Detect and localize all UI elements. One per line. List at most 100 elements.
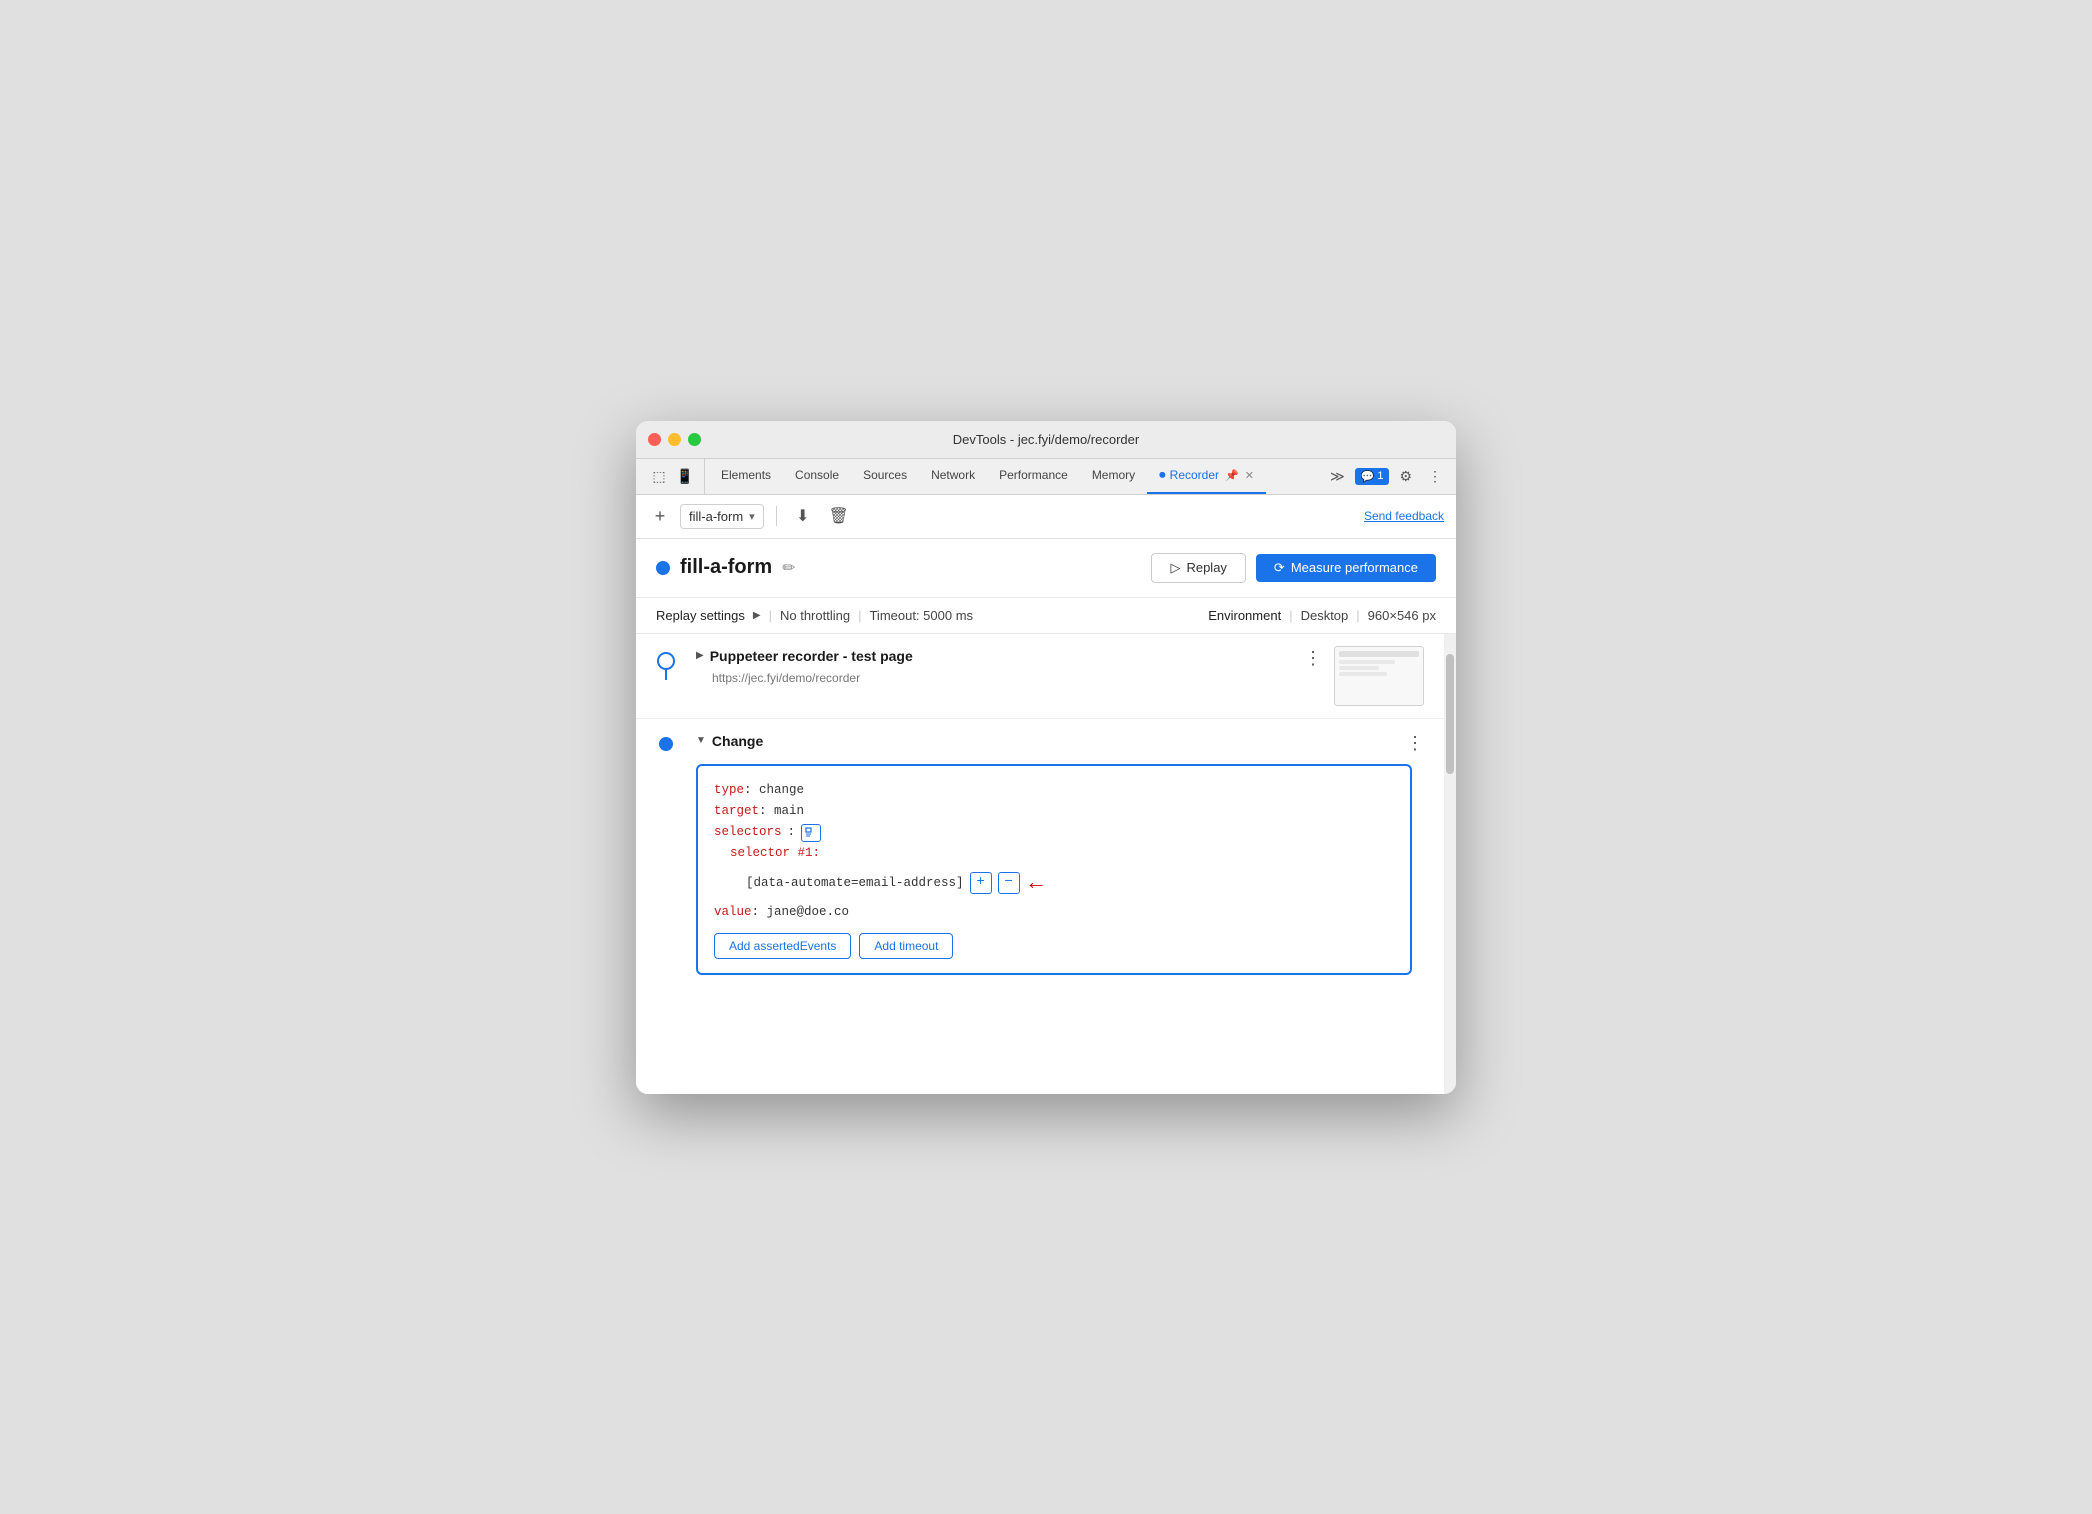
recording-name-title: fill-a-form (680, 556, 772, 579)
recording-header: fill-a-form ✏ ▷ Replay ⟳ Measure perform… (636, 539, 1456, 598)
steps-content: ▶ Puppeteer recorder - test page ⋮ https… (636, 634, 1444, 1094)
recording-selector[interactable]: fill-a-form ▾ (680, 504, 764, 529)
main-content: fill-a-form ✏ ▷ Replay ⟳ Measure perform… (636, 539, 1456, 1094)
step2-body: ▼ Change ⋮ type: change target: main (696, 719, 1444, 1008)
kebab-menu-icon[interactable]: ⋮ (1422, 468, 1448, 485)
dt-icons: ⬚ 📱 (640, 459, 705, 494)
replay-settings-left: Replay settings ▶ | No throttling | Time… (656, 608, 973, 623)
steps-scroll-area: ▶ Puppeteer recorder - test page ⋮ https… (636, 634, 1456, 1094)
environment-label: Environment (1208, 608, 1281, 623)
replay-button[interactable]: ▷ Replay (1151, 553, 1245, 583)
step2-title: Change (712, 733, 763, 749)
recording-title: fill-a-form ✏ (656, 556, 796, 579)
add-timeout-button[interactable]: Add timeout (859, 933, 953, 959)
minimize-button[interactable] (668, 433, 681, 446)
replay-settings-bar: Replay settings ▶ | No throttling | Time… (636, 598, 1456, 634)
recording-actions: ▷ Replay ⟳ Measure performance (1151, 553, 1436, 583)
no-throttling-label: No throttling (780, 608, 850, 623)
traffic-lights (648, 433, 701, 446)
code-target-line: target: main (714, 801, 1394, 822)
step1-circle (657, 652, 675, 670)
inspect-icon[interactable]: ⬚ (648, 465, 670, 487)
step1-more-icon[interactable]: ⋮ (1292, 648, 1334, 669)
tab-network[interactable]: Network (919, 459, 987, 494)
remove-selector-button[interactable]: − (998, 872, 1020, 894)
code-type-line: type: change (714, 780, 1394, 801)
close-button[interactable] (648, 433, 661, 446)
code-selector-num-line: selector #1: (714, 843, 1394, 864)
code-value-line: value: jane@doe.co (714, 902, 1394, 923)
measure-performance-button[interactable]: ⟳ Measure performance (1256, 554, 1436, 582)
tab-console[interactable]: Console (783, 459, 851, 494)
selector-value-text: [data-automate=email-address] (746, 873, 964, 894)
device-icon[interactable]: 📱 (674, 465, 696, 487)
add-recording-button[interactable]: + (648, 504, 672, 528)
recording-name: fill-a-form (689, 509, 743, 524)
toolbar: + fill-a-form ▾ ⬇ 🗑 Send feedback (636, 495, 1456, 539)
scrollbar[interactable] (1444, 634, 1456, 1094)
step1-url: https://jec.fyi/demo/recorder (696, 671, 1334, 685)
step1-expand-icon[interactable]: ▶ (696, 650, 704, 661)
step2-collapse-icon[interactable]: ▼ (696, 735, 706, 746)
delete-button[interactable]: 🗑 (825, 502, 853, 530)
recorder-pin-icon: 📌 (1225, 469, 1239, 482)
code-selector-value-row: [data-automate=email-address] + − ← (714, 865, 1394, 902)
tab-elements[interactable]: Elements (709, 459, 783, 494)
code-actions: Add assertedEvents Add timeout (714, 933, 1394, 959)
step2-header: ▼ Change (696, 733, 763, 749)
red-arrow-indicator: ← (1030, 865, 1043, 902)
separator: | (769, 608, 772, 623)
maximize-button[interactable] (688, 433, 701, 446)
separator4: | (1356, 608, 1359, 623)
add-asserted-events-button[interactable]: Add assertedEvents (714, 933, 851, 959)
more-tabs-icon[interactable]: ≫ (1324, 468, 1351, 485)
step-row-1: ▶ Puppeteer recorder - test page ⋮ https… (636, 634, 1444, 719)
scroll-thumb[interactable] (1446, 654, 1454, 774)
viewport-label: 960×546 px (1368, 608, 1436, 623)
measure-icon: ⟳ (1274, 560, 1285, 576)
step1-line (665, 670, 667, 680)
devtools-window: DevTools - jec.fyi/demo/recorder ⬚ 📱 Ele… (636, 421, 1456, 1094)
dropdown-icon: ▾ (749, 510, 755, 523)
send-feedback-link[interactable]: Send feedback (1364, 509, 1444, 523)
toolbar-separator (776, 506, 777, 526)
step2-more-icon[interactable]: ⋮ (1402, 733, 1428, 754)
separator2: | (858, 608, 861, 623)
desktop-label: Desktop (1301, 608, 1349, 623)
chat-icon: 💬 (1361, 470, 1375, 483)
download-icon: ⬇ (796, 506, 809, 526)
selector-type-icon[interactable] (801, 824, 821, 842)
step1-thumbnail (1334, 634, 1444, 718)
replay-settings-expand-icon[interactable]: ▶ (753, 610, 761, 621)
tab-memory[interactable]: Memory (1080, 459, 1147, 494)
window-title: DevTools - jec.fyi/demo/recorder (953, 432, 1139, 447)
tab-close-recorder[interactable]: ✕ (1245, 469, 1254, 482)
titlebar: DevTools - jec.fyi/demo/recorder (636, 421, 1456, 459)
step2-circle (659, 737, 673, 751)
timeout-label: Timeout: 5000 ms (869, 608, 973, 623)
separator3: | (1289, 608, 1292, 623)
step2-code-block: type: change target: main selectors: (696, 764, 1412, 976)
tab-performance[interactable]: Performance (987, 459, 1080, 494)
download-button[interactable]: ⬇ (789, 502, 817, 530)
step1-header: ▶ Puppeteer recorder - test page (696, 648, 913, 664)
delete-icon: 🗑 (829, 506, 849, 526)
replay-settings-right: Environment | Desktop | 960×546 px (1208, 608, 1436, 623)
replay-play-icon: ▷ (1170, 560, 1180, 576)
tab-sources[interactable]: Sources (851, 459, 919, 494)
settings-icon[interactable]: ⚙ (1393, 468, 1418, 485)
step1-title: Puppeteer recorder - test page (710, 648, 913, 664)
dt-right-area: ≫ 💬 1 ⚙ ⋮ (1324, 459, 1452, 494)
step1-thumb (1334, 646, 1424, 706)
recorder-icon: ⏺ (1159, 467, 1166, 483)
add-selector-button[interactable]: + (970, 872, 992, 894)
code-selectors-line: selectors: (714, 822, 1394, 843)
devtools-tabs: ⬚ 📱 Elements Console Sources Network Per… (636, 459, 1456, 495)
replay-settings-label: Replay settings (656, 608, 745, 623)
chat-badge[interactable]: 💬 1 (1355, 468, 1390, 485)
step-row-2: ▼ Change ⋮ type: change target: main (636, 719, 1444, 1008)
edit-recording-name-icon[interactable]: ✏ (782, 558, 795, 578)
step1-body: ▶ Puppeteer recorder - test page ⋮ https… (696, 634, 1334, 699)
recording-status-dot (656, 561, 670, 575)
tab-recorder[interactable]: ⏺ Recorder 📌 ✕ (1147, 459, 1266, 494)
